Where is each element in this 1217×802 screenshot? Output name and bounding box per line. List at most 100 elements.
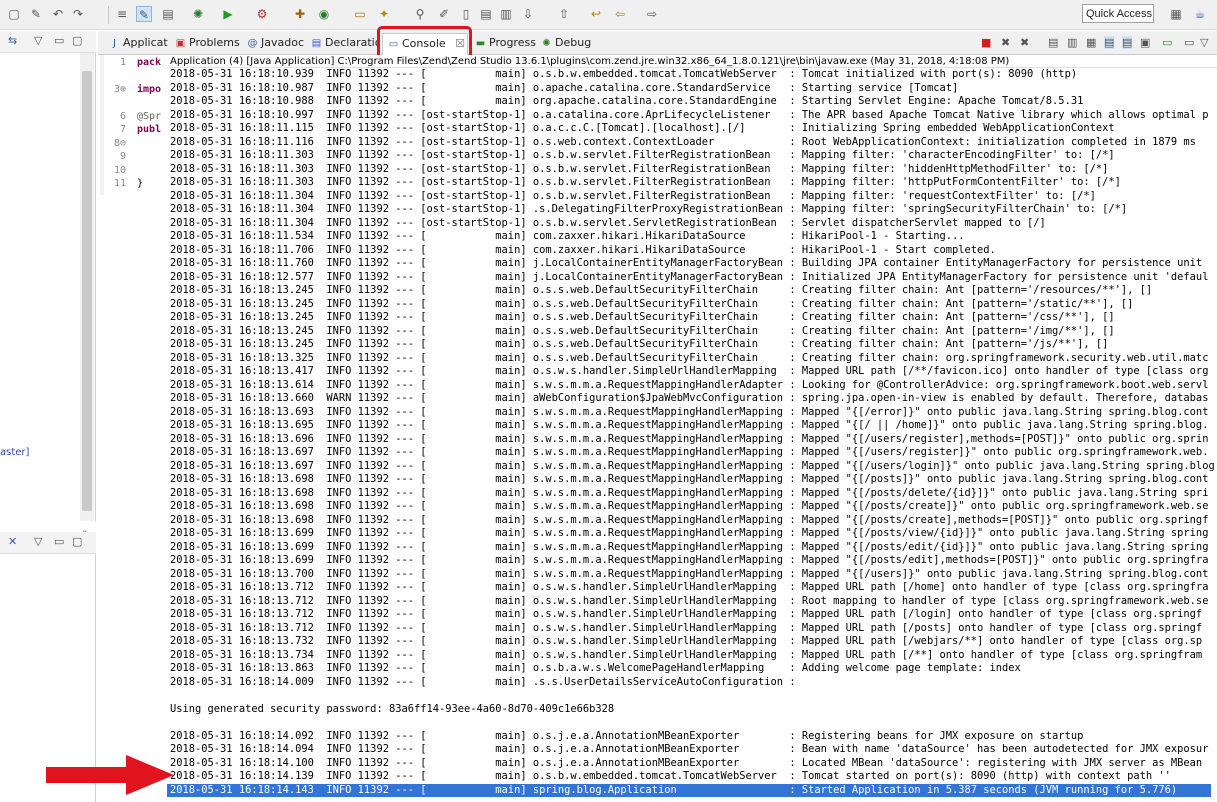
console-line[interactable]: 2018-05-31 16:18:13.697 INFO 11392 --- [… [170,460,1215,474]
build-icon[interactable]: ▤ [160,6,176,22]
code-line[interactable]: pack [137,57,161,68]
show-on-stderr-icon[interactable]: ▤ [1122,36,1133,49]
console-line[interactable]: 2018-05-31 16:18:10.939 INFO 11392 --- [… [170,68,1215,82]
console-line[interactable]: 2018-05-31 16:18:13.863 INFO 11392 --- [… [170,662,1215,676]
toggle-icon[interactable]: ≡ [114,6,130,22]
console-line[interactable]: 2018-05-31 16:18:13.245 INFO 11392 --- [… [170,338,1215,352]
console-line[interactable]: 2018-05-31 16:18:13.245 INFO 11392 --- [… [170,284,1215,298]
console-line[interactable]: 2018-05-31 16:18:10.988 INFO 11392 --- [… [170,95,1215,109]
remove-launch-icon[interactable]: ✖ [1001,36,1010,49]
console-line[interactable]: 2018-05-31 16:18:11.303 INFO 11392 --- [… [170,176,1215,190]
console-line[interactable] [170,716,1215,730]
console-line[interactable]: 2018-05-31 16:18:10.987 INFO 11392 --- [… [170,82,1215,96]
console-line[interactable]: 2018-05-31 16:18:13.245 INFO 11392 --- [… [170,311,1215,325]
outline-icon[interactable]: ▤ [478,6,494,22]
console-output[interactable]: 2018-05-31 16:18:10.939 INFO 11392 --- [… [167,68,1217,802]
console-line[interactable] [170,689,1215,703]
tab-debug[interactable]: ✺ Debug [536,33,596,55]
last-edit-icon[interactable]: ↩ [588,6,604,22]
console-line[interactable]: 2018-05-31 16:18:11.116 INFO 11392 --- [… [170,136,1215,150]
quick-access-input[interactable] [1082,4,1154,23]
view-menu-icon[interactable]: ▽ [34,535,42,548]
code-line[interactable]: @Spr [137,111,161,122]
debug-icon[interactable]: ✺ [190,6,206,22]
remove-all-icon[interactable]: ✖ [1020,36,1029,49]
view-menu-icon[interactable]: ▽ [34,34,42,47]
console-line[interactable]: 2018-05-31 16:18:13.698 INFO 11392 --- [… [170,500,1215,514]
console-line[interactable]: 2018-05-31 16:18:13.660 WARN 11392 --- [… [170,392,1215,406]
code-line[interactable]: } [137,178,143,189]
clear-console-icon[interactable]: ▤ [1048,36,1058,49]
console-line[interactable]: 2018-05-31 16:18:13.699 INFO 11392 --- [… [170,554,1215,568]
console-line[interactable]: 2018-05-31 16:18:13.712 INFO 11392 --- [… [170,595,1215,609]
console-line[interactable]: 2018-05-31 16:18:11.760 INFO 11392 --- [… [170,257,1215,271]
console-line[interactable]: 2018-05-31 16:18:11.115 INFO 11392 --- [… [170,122,1215,136]
maximize-icon[interactable]: ▢ [72,535,82,548]
run-icon[interactable]: ▶ [220,6,236,22]
open-folder-icon[interactable]: ▭ [352,6,368,22]
forward-icon[interactable]: ⇨ [644,6,660,22]
minimize-icon[interactable]: ▭ [54,34,64,47]
open-console-icon[interactable]: ▭ [1162,36,1172,49]
mark-occurrences-icon[interactable]: ✎ [136,6,152,22]
console-line[interactable]: 2018-05-31 16:18:11.706 INFO 11392 --- [… [170,244,1215,258]
console-line[interactable]: 2018-05-31 16:18:13.699 INFO 11392 --- [… [170,541,1215,555]
link-editor-icon[interactable]: ⇆ [8,34,17,47]
tab-declaration[interactable]: ▤Declaration [306,33,378,55]
show-on-stdout-icon[interactable]: ▤ [1104,36,1115,49]
pin-console-icon[interactable]: ▣ [1140,36,1150,49]
console-line[interactable]: 2018-05-31 16:18:13.697 INFO 11392 --- [… [170,446,1215,460]
console-line[interactable]: 2018-05-31 16:18:13.325 INFO 11392 --- [… [170,352,1215,366]
tab-progress[interactable]: ▬ Progress [470,33,536,55]
console-line[interactable]: 2018-05-31 16:18:13.693 INFO 11392 --- [… [170,406,1215,420]
console-line[interactable]: 2018-05-31 16:18:14.092 INFO 11392 --- [… [170,730,1215,744]
console-line[interactable]: 2018-05-31 16:18:13.734 INFO 11392 --- [… [170,649,1215,663]
next-annotation-icon[interactable]: ⇩ [520,6,536,22]
console-line[interactable]: 2018-05-31 16:18:13.417 INFO 11392 --- [… [170,365,1215,379]
redo-icon[interactable]: ↷ [70,6,86,22]
tree-item-label[interactable]: aster] [0,447,29,458]
console-line[interactable]: 2018-05-31 16:18:11.304 INFO 11392 --- [… [170,190,1215,204]
console-line[interactable]: 2018-05-31 16:18:11.304 INFO 11392 --- [… [170,217,1215,231]
back-icon[interactable]: ⇦ [612,6,628,22]
scrollbar-thumb[interactable] [82,71,92,511]
console-line[interactable]: 2018-05-31 16:18:11.303 INFO 11392 --- [… [170,149,1215,163]
search-icon[interactable]: ⚲ [412,6,428,22]
prev-annotation-icon[interactable]: ⇧ [556,6,572,22]
tab-javadoc[interactable]: @ Javadoc [242,33,308,55]
console-line[interactable]: 2018-05-31 16:18:14.100 INFO 11392 --- [… [170,757,1215,771]
console-line[interactable]: 2018-05-31 16:18:13.698 INFO 11392 --- [… [170,473,1215,487]
console-line[interactable]: 2018-05-31 16:18:13.245 INFO 11392 --- [… [170,298,1215,312]
console-line[interactable]: Using generated security password: 83a6f… [170,703,1215,717]
open-type-icon[interactable]: ✦ [376,6,392,22]
code-line[interactable]: publ [137,124,161,135]
console-line[interactable]: 2018-05-31 16:18:13.614 INFO 11392 --- [… [170,379,1215,393]
open-perspective-icon[interactable]: ▦ [1168,6,1184,22]
tab-applicat[interactable]: J Applicat [104,33,168,55]
tab-problems[interactable]: ▣ Problems [170,33,240,55]
word-wrap-icon[interactable]: ▦ [1086,36,1096,49]
console-line[interactable]: 2018-05-31 16:18:13.695 INFO 11392 --- [… [170,419,1215,433]
console-line[interactable]: 2018-05-31 16:18:13.732 INFO 11392 --- [… [170,635,1215,649]
save-icon[interactable]: ✎ [28,6,44,22]
console-line[interactable]: 2018-05-31 16:18:13.698 INFO 11392 --- [… [170,487,1215,501]
console-line[interactable]: 2018-05-31 16:18:11.303 INFO 11392 --- [… [170,163,1215,177]
console-line[interactable]: 2018-05-31 16:18:13.712 INFO 11392 --- [… [170,622,1215,636]
console-line[interactable]: 2018-05-31 16:18:14.139 INFO 11392 --- [… [170,770,1215,784]
console-line[interactable]: 2018-05-31 16:18:10.997 INFO 11392 --- [… [170,109,1215,123]
console-line[interactable]: 2018-05-31 16:18:12.577 INFO 11392 --- [… [170,271,1215,285]
java-perspective-icon[interactable]: ☕ [1192,6,1208,22]
console-line[interactable]: 2018-05-31 16:18:13.696 INFO 11392 --- [… [170,433,1215,447]
code-line[interactable]: impo [137,84,161,95]
maximize-icon[interactable]: ▢ [72,34,82,47]
console-line[interactable]: 2018-05-31 16:18:13.245 INFO 11392 --- [… [170,325,1215,339]
console-line[interactable]: 2018-05-31 16:18:14.094 INFO 11392 --- [… [170,743,1215,757]
undo-icon[interactable]: ↶ [50,6,66,22]
new-package-icon[interactable]: ✚ [292,6,308,22]
console-line[interactable]: 2018-05-31 16:18:13.700 INFO 11392 --- [… [170,568,1215,582]
format-icon[interactable]: ▥ [498,6,514,22]
console-line[interactable]: 2018-05-31 16:18:13.712 INFO 11392 --- [… [170,608,1215,622]
sync-icon[interactable]: ✕ [8,535,17,548]
external-tools-icon[interactable]: ⚙ [254,6,270,22]
console-line-selected[interactable]: 2018-05-31 16:18:14.143 INFO 11392 --- [… [167,783,1211,797]
